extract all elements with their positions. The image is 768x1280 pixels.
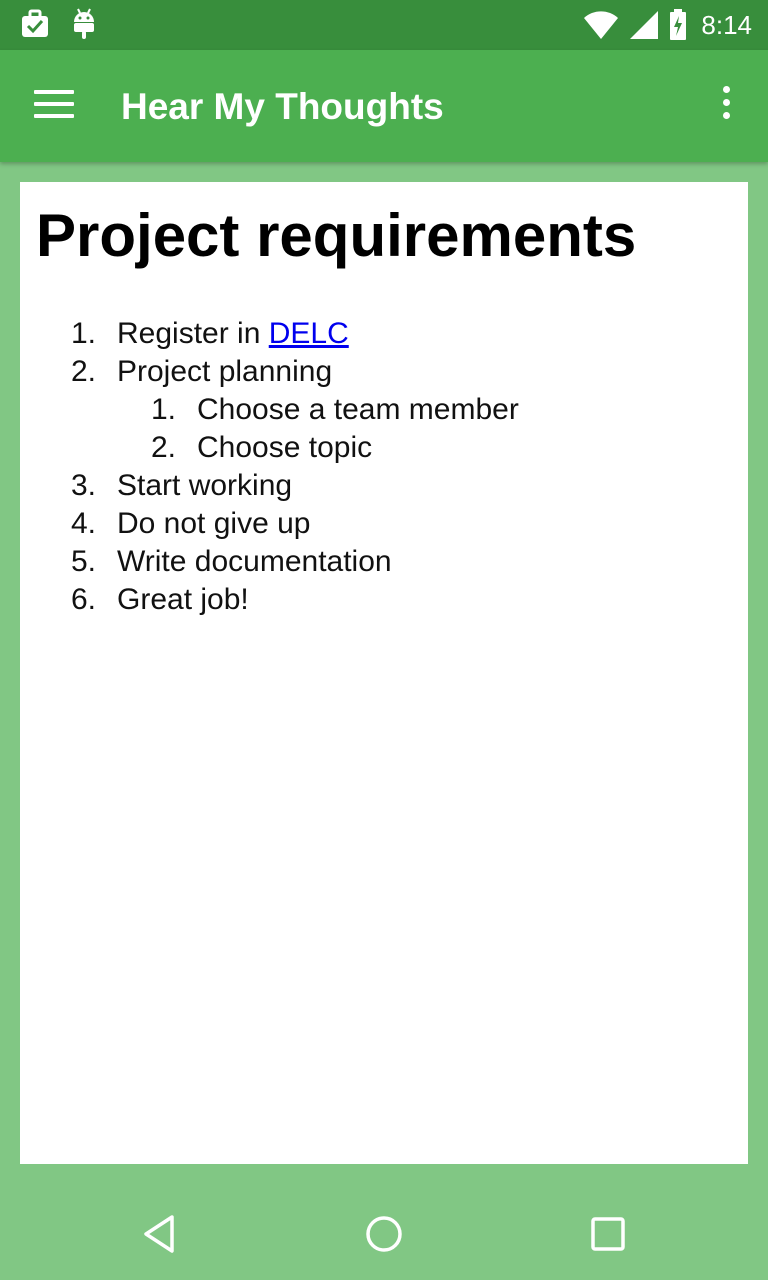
briefcase-check-icon [22,9,48,37]
notification-icons [20,8,96,40]
status-clock: 8:14 [701,10,752,40]
list-item-text: Great job! [117,583,249,616]
status-bar: 8:14 [0,0,768,50]
list-item: 2. Project planning 1. Choose a team mem… [71,353,519,467]
list-item-text: Do not give up [117,507,311,540]
list-item: 1. Register in DELC [71,315,519,353]
list-item-number: 1. [71,317,97,350]
cell-signal-icon [630,11,659,39]
app-title: Hear My Thoughts [121,86,444,127]
sub-list-item: 1. Choose a team member [151,391,519,429]
back-icon[interactable] [138,1212,182,1256]
list-item-text: Project planning [117,355,333,388]
document-title: Project requirements [36,202,637,269]
list-item: 4. Do not give up [71,505,519,543]
android-icon [74,8,94,39]
list-item: 3. Start working [71,467,519,505]
document-view[interactable]: Project requirements 1. Register in DELC… [20,182,748,1164]
list-item-number: 2. [71,355,97,388]
system-nav-bar [0,1184,768,1280]
list-item: 6. Great job! [71,581,519,619]
list-item-text: Register in [117,317,269,350]
battery-charging-icon [670,9,687,40]
list-item-text: Start working [117,469,293,502]
list-item-number: 2. [151,431,177,464]
requirements-list: 1. Register in DELC 2. Project planning … [71,315,519,619]
list-item: 5. Write documentation [71,543,519,581]
wifi-icon [584,11,619,39]
delc-link[interactable]: DELC [269,317,349,350]
system-icons: 8:14 [583,8,752,42]
list-item-text: Choose topic [197,431,373,464]
list-item-number: 6. [71,583,97,616]
sub-list: 1. Choose a team member 2. Choose topic [117,391,519,467]
home-icon[interactable] [362,1212,406,1256]
hamburger-menu-icon[interactable] [34,90,78,122]
list-item-number: 4. [71,507,97,540]
list-item-number: 5. [71,545,97,578]
list-item-number: 3. [71,469,97,502]
recents-icon[interactable] [586,1212,630,1256]
list-item-text: Write documentation [117,545,392,578]
app-bar: Hear My Thoughts [0,50,768,162]
list-item-text: Choose a team member [197,393,519,426]
more-vert-icon[interactable] [720,86,732,126]
list-item-number: 1. [151,393,177,426]
sub-list-item: 2. Choose topic [151,429,519,467]
